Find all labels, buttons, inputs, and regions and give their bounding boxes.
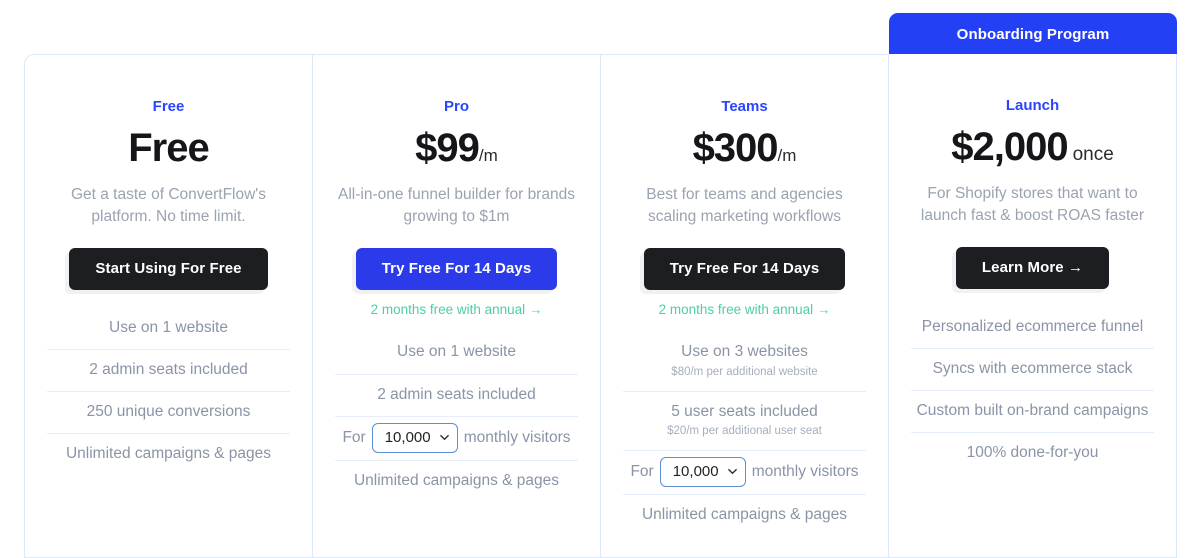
plan-name: Teams <box>721 98 768 115</box>
feature-item: Unlimited campaigns & pages <box>623 495 866 536</box>
feature-item: Use on 3 websites $80/m per additional w… <box>623 332 866 392</box>
feature-item: Custom built on-brand campaigns <box>911 391 1154 434</box>
visitors-prefix-label: For <box>630 462 654 480</box>
plan-price-suffix: once <box>1072 144 1114 165</box>
annual-note[interactable]: 2 months free with annual → <box>335 303 578 317</box>
feature-label: Unlimited campaigns & pages <box>641 505 848 523</box>
plan-cta-zone: Learn More → <box>911 246 1154 291</box>
plan-price: $300/m <box>623 128 866 168</box>
feature-item: 5 user seats included $20/m per addition… <box>623 392 866 451</box>
onboarding-program-banner: Onboarding Program <box>889 13 1177 55</box>
feature-item: Use on 1 website <box>47 308 290 351</box>
pricing-card-teams: Teams $300/m Best for teams and agencies… <box>600 54 888 558</box>
feature-item: Unlimited campaigns & pages <box>335 461 578 502</box>
monthly-visitors-select[interactable]: 10,000 <box>659 456 746 487</box>
feature-label: Personalized ecommerce funnel <box>921 317 1144 335</box>
monthly-visitors-select[interactable]: 10,000 <box>371 422 458 453</box>
feature-label: 100% done-for-you <box>966 444 1099 462</box>
pricing-card-free: Free Free Get a taste of ConvertFlow's p… <box>24 54 312 558</box>
visitors-prefix-label: For <box>342 428 366 446</box>
feature-list: Personalized ecommerce funnel Syncs with… <box>911 307 1154 475</box>
feature-label: Use on 1 website <box>109 318 228 336</box>
plan-price-amount: $300 <box>692 126 779 170</box>
plan-cta-zone: Try Free For 14 Days <box>335 247 578 292</box>
feature-label: 2 admin seats included <box>377 385 536 403</box>
plan-name: Free <box>152 98 185 115</box>
feature-item-visitors: For 10,000 monthly visitors <box>335 417 578 461</box>
feature-list: Use on 1 website 2 admin seats included … <box>335 332 578 501</box>
feature-sublabel: $20/m per additional user seat <box>667 424 822 437</box>
feature-label: 250 unique conversions <box>86 403 251 421</box>
visitors-select-box[interactable]: 10,000 <box>371 422 458 453</box>
feature-sublabel: $80/m per additional website <box>671 365 818 378</box>
annual-note[interactable]: 2 months free with annual → <box>623 303 866 317</box>
feature-label: Unlimited campaigns & pages <box>65 445 272 463</box>
feature-label: Unlimited campaigns & pages <box>353 471 560 489</box>
feature-item: Unlimited campaigns & pages <box>47 434 290 475</box>
plan-name: Launch <box>1005 97 1060 114</box>
pricing-card-pro: Pro $99/m All-in-one funnel builder for … <box>312 54 600 558</box>
pricing-cards-row: Free Free Get a taste of ConvertFlow's p… <box>24 54 1177 558</box>
visitors-suffix-label: monthly visitors <box>751 462 859 480</box>
pricing-card-launch: Launch $2,000 once For Shopify stores tha… <box>888 54 1177 558</box>
plan-price-amount: $2,000 <box>951 125 1068 169</box>
onboarding-program-banner-label: Onboarding Program <box>956 25 1110 43</box>
plan-tagline: Best for teams and agencies scaling mark… <box>646 186 843 226</box>
plan-price: Free <box>47 128 290 168</box>
plan-cta-zone: Start Using For Free <box>47 247 290 292</box>
cta-button[interactable]: Try Free For 14 Days <box>643 247 846 290</box>
cta-button[interactable]: Learn More → <box>955 246 1110 289</box>
feature-list: Use on 1 website 2 admin seats included … <box>47 308 290 476</box>
feature-item: Syncs with ecommerce stack <box>911 349 1154 392</box>
feature-item: Personalized ecommerce funnel <box>911 307 1154 350</box>
feature-item: 100% done-for-you <box>911 433 1154 474</box>
feature-label: Syncs with ecommerce stack <box>932 360 1133 378</box>
plan-cta-zone: Try Free For 14 Days <box>623 247 866 292</box>
visitors-suffix-label: monthly visitors <box>463 428 571 446</box>
visitors-select-box[interactable]: 10,000 <box>659 456 746 487</box>
plan-price: $2,000 once <box>911 127 1154 167</box>
feature-item: 250 unique conversions <box>47 392 290 435</box>
cta-button[interactable]: Try Free For 14 Days <box>355 247 558 290</box>
feature-label: Custom built on-brand campaigns <box>916 402 1149 420</box>
feature-item: Use on 1 website <box>335 332 578 375</box>
plan-price-suffix: /m <box>777 146 797 165</box>
plan-tagline: Get a taste of ConvertFlow's platform. N… <box>70 186 267 226</box>
feature-item: 2 admin seats included <box>47 350 290 393</box>
feature-label: Use on 3 websites <box>681 343 808 361</box>
feature-item-visitors: For 10,000 monthly visitors <box>623 451 866 495</box>
feature-label: 2 admin seats included <box>89 361 248 379</box>
feature-label: 5 user seats included <box>671 402 818 420</box>
cta-button[interactable]: Start Using For Free <box>69 247 268 290</box>
feature-list: Use on 3 websites $80/m per additional w… <box>623 332 866 535</box>
plan-tagline: For Shopify stores that want to launch f… <box>920 185 1145 225</box>
feature-item: 2 admin seats included <box>335 375 578 417</box>
feature-label: Use on 1 website <box>397 343 516 361</box>
plan-price-amount: $99 <box>415 126 480 170</box>
plan-price-amount: Free <box>128 126 209 170</box>
plan-tagline: All-in-one funnel builder for brands gro… <box>338 186 575 226</box>
plan-name: Pro <box>443 98 469 115</box>
plan-price: $99/m <box>335 128 578 168</box>
pricing-table: Onboarding Program Free Free Get a taste… <box>0 0 1200 558</box>
plan-price-suffix: /m <box>478 146 498 165</box>
